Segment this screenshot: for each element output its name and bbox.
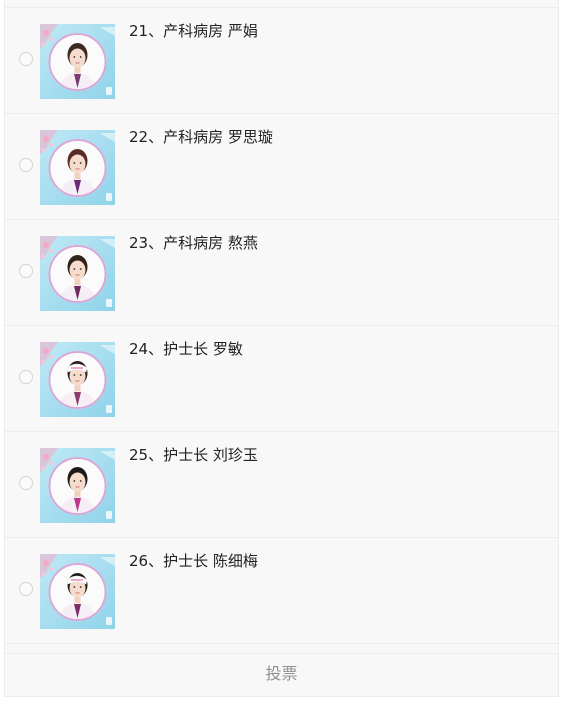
candidate-photo <box>40 554 115 629</box>
candidate-label: 23、产科病房 熬燕 <box>129 234 258 252</box>
candidate-item[interactable]: 22、产科病房 罗思璇 <box>5 114 558 220</box>
candidate-item[interactable]: 23、产科病房 熬燕 <box>5 220 558 326</box>
vote-button[interactable]: 投票 <box>5 653 558 696</box>
candidate-label: 24、护士长 罗敏 <box>129 340 243 358</box>
candidate-radio[interactable] <box>19 52 33 66</box>
candidate-item[interactable]: 26、护士长 陈细梅 <box>5 538 558 644</box>
candidate-photo <box>40 24 115 99</box>
candidate-label: 21、产科病房 严娟 <box>129 22 258 40</box>
candidate-radio[interactable] <box>19 476 33 490</box>
candidate-photo <box>40 448 115 523</box>
candidate-photo <box>40 236 115 311</box>
divider <box>5 643 558 644</box>
candidate-label: 25、护士长 刘珍玉 <box>129 446 258 464</box>
candidate-radio[interactable] <box>19 158 33 172</box>
candidate-item[interactable]: 24、护士长 罗敏 <box>5 326 558 432</box>
candidate-radio[interactable] <box>19 370 33 384</box>
candidate-panel: 21、产科病房 严娟 22、产科病房 罗思璇 23、产科病房 熬燕 24、护士长… <box>4 0 559 697</box>
candidate-label: 22、产科病房 罗思璇 <box>129 128 273 146</box>
candidate-photo <box>40 130 115 205</box>
candidate-item[interactable]: 25、护士长 刘珍玉 <box>5 432 558 538</box>
candidate-photo <box>40 342 115 417</box>
candidate-radio[interactable] <box>19 582 33 596</box>
candidate-radio[interactable] <box>19 264 33 278</box>
candidate-label: 26、护士长 陈细梅 <box>129 552 258 570</box>
candidate-item[interactable]: 21、产科病房 严娟 <box>5 8 558 114</box>
